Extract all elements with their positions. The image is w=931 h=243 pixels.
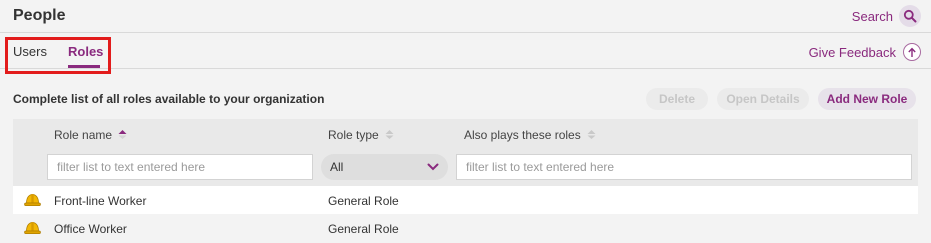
table-row[interactable]: Office Worker General Role (13, 214, 918, 243)
tab-bar: Users Roles Give Feedback (0, 34, 931, 74)
table-row[interactable]: Front-line Worker General Role (13, 186, 918, 215)
hard-hat-icon (24, 221, 41, 240)
role-name-cell: Office Worker (54, 222, 127, 236)
column-header-role-name[interactable]: Role name (54, 128, 127, 142)
delete-button[interactable]: Delete (646, 88, 708, 110)
search-label: Search (851, 8, 893, 24)
give-feedback-link[interactable]: Give Feedback (809, 43, 921, 61)
app-header: People Search (0, 0, 931, 33)
search-button[interactable]: Search (852, 5, 921, 27)
tab-users[interactable]: Users (13, 44, 47, 59)
hard-hat-icon (24, 193, 41, 212)
column-label-role-name: Role name (54, 128, 113, 142)
page-title: People (13, 7, 66, 24)
role-type-cell: General Role (328, 194, 399, 208)
search-icon[interactable] (899, 5, 921, 27)
tab-roles[interactable]: Roles (68, 44, 103, 59)
role-type-cell: General Role (328, 222, 399, 236)
give-feedback-label: Give Feedback (808, 44, 896, 60)
role-type-filter-value: All (330, 160, 344, 174)
sort-icon[interactable] (385, 128, 394, 142)
column-label-also-plays: Also plays these roles (464, 128, 581, 142)
table-header: Role name Role type Also plays these rol… (13, 119, 918, 186)
column-header-role-type[interactable]: Role type (328, 128, 394, 142)
list-description: Complete list of all roles available to … (13, 92, 325, 106)
upload-arrow-icon (903, 43, 921, 61)
sort-ascending-icon[interactable] (118, 128, 127, 142)
role-name-cell: Front-line Worker (54, 194, 147, 208)
role-name-filter-input[interactable] (47, 154, 313, 180)
role-type-filter-select[interactable]: All (321, 154, 448, 180)
column-label-role-type: Role type (328, 128, 379, 142)
add-new-role-button[interactable]: Add New Role (818, 88, 916, 110)
active-tab-indicator (68, 65, 100, 68)
chevron-down-icon (427, 158, 439, 176)
open-details-button[interactable]: Open Details (717, 88, 809, 110)
also-plays-filter-input[interactable] (456, 154, 912, 180)
sort-icon[interactable] (587, 128, 596, 142)
column-header-also-plays[interactable]: Also plays these roles (464, 128, 596, 142)
